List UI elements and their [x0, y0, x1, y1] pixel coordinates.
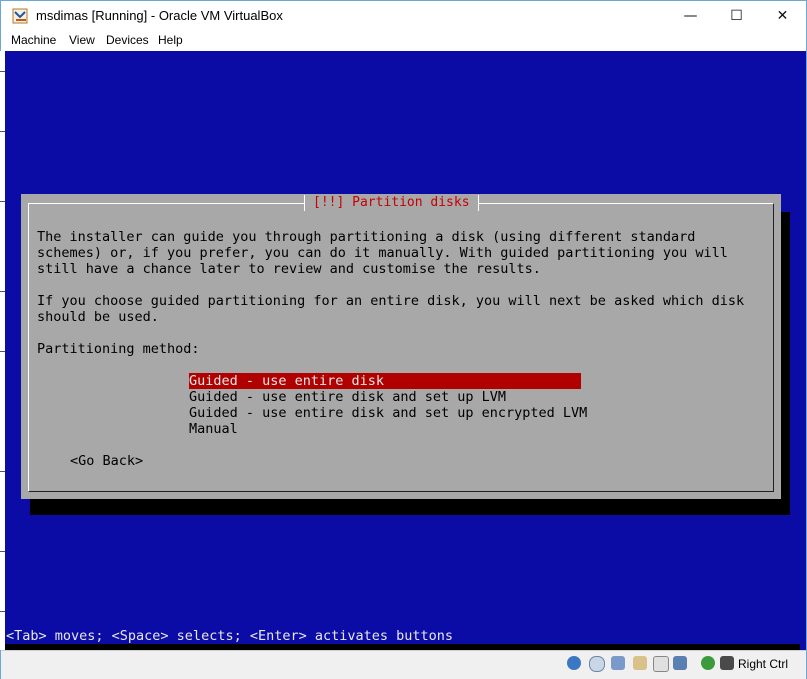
menu-bar: Machine View Devices Help — [1, 31, 806, 51]
window-title: msdimas [Running] - Oracle VM VirtualBox — [36, 8, 283, 23]
intro-line-2: schemes) or, if you prefer, you can do i… — [37, 245, 728, 261]
mouse-integration-icon[interactable] — [720, 656, 734, 670]
menu-devices[interactable]: Devices — [106, 33, 149, 47]
option-manual[interactable]: Manual — [189, 421, 581, 437]
menu-machine[interactable]: Machine — [11, 33, 56, 47]
title-bar[interactable]: msdimas [Running] - Oracle VM VirtualBox… — [1, 1, 806, 31]
video-capture-icon[interactable] — [673, 656, 687, 670]
intro-line-3: still have a chance later to review and … — [37, 261, 541, 277]
menu-help[interactable]: Help — [158, 33, 183, 47]
keyboard-hint: <Tab> moves; <Space> selects; <Enter> ac… — [6, 628, 454, 644]
close-button[interactable]: ✕ — [760, 1, 805, 31]
guidance-line-2: should be used. — [37, 309, 159, 325]
network-icon[interactable] — [701, 656, 715, 670]
status-bar: Right Ctrl — [1, 650, 806, 679]
host-key-label: Right Ctrl — [738, 657, 789, 671]
method-label: Partitioning method: — [37, 341, 200, 357]
option-guided-lvm[interactable]: Guided - use entire disk and set up LVM — [189, 389, 581, 405]
display-icon[interactable] — [653, 656, 669, 672]
optical-drive-icon[interactable] — [589, 656, 605, 672]
option-guided-entire-disk[interactable]: Guided - use entire disk — [189, 373, 581, 389]
guidance-line-1: If you choose guided partitioning for an… — [37, 293, 745, 309]
hard-disk-icon[interactable] — [567, 656, 581, 670]
guest-screen[interactable]: [!!] Partition disks The installer can g… — [5, 51, 806, 650]
virtualbox-app-icon[interactable] — [12, 7, 30, 25]
intro-line-1: The installer can guide you through part… — [37, 229, 696, 245]
partition-dialog: [!!] Partition disks The installer can g… — [21, 194, 781, 499]
maximize-button[interactable]: ☐ — [714, 1, 759, 31]
option-guided-encrypted-lvm[interactable]: Guided - use entire disk and set up encr… — [189, 405, 587, 421]
shared-folders-icon[interactable] — [633, 656, 647, 670]
minimize-button[interactable]: — — [668, 1, 713, 31]
dialog-title: [!!] Partition disks — [304, 195, 479, 211]
menu-view[interactable]: View — [69, 33, 95, 47]
usb-icon[interactable] — [611, 656, 625, 670]
go-back-button[interactable]: <Go Back> — [70, 453, 143, 469]
